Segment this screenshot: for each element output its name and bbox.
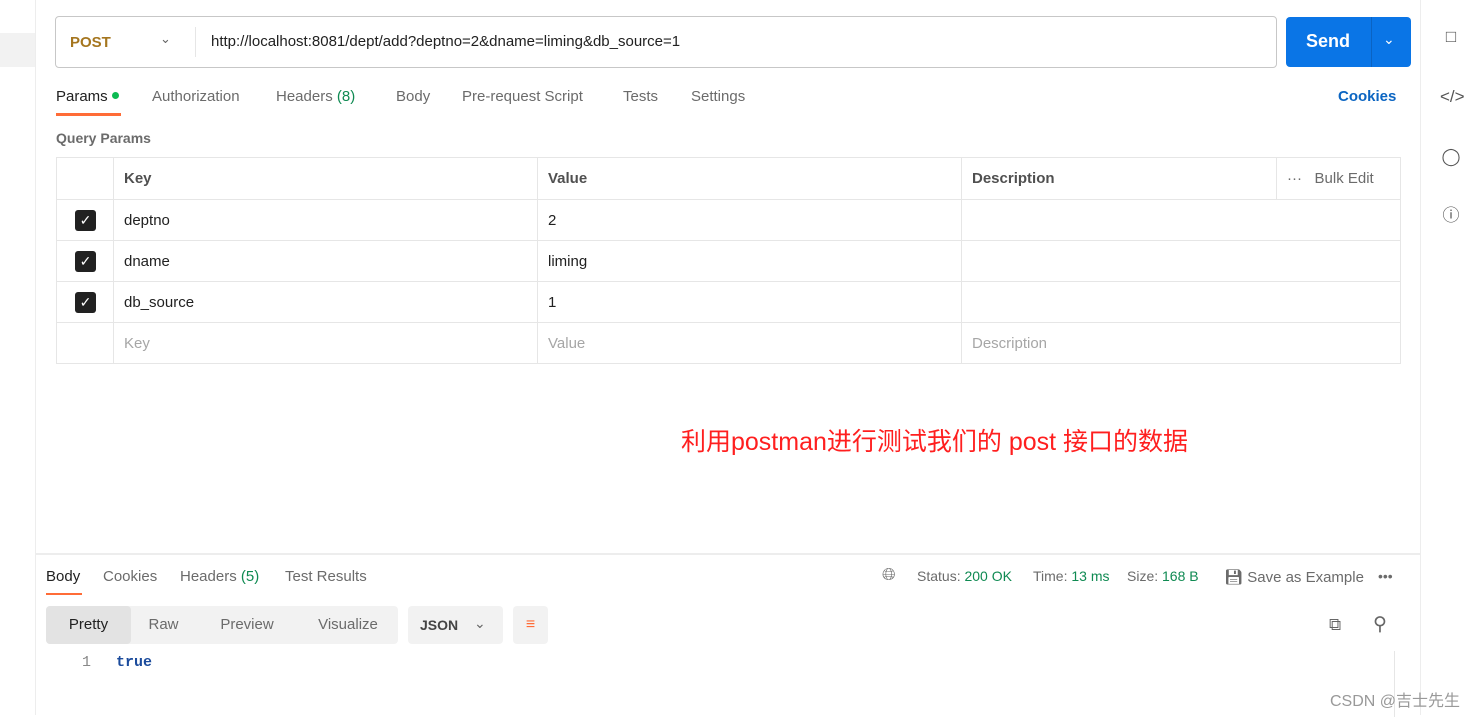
response-panel: Body Cookies Headers (5) Test Results 🌐︎… [36, 553, 1420, 717]
tab-body[interactable]: Body [396, 88, 430, 105]
divider [195, 27, 196, 57]
description-cell[interactable] [961, 199, 1401, 241]
tab-tests[interactable]: Tests [623, 88, 658, 105]
view-mode-group: Pretty Raw Preview Visualize [46, 606, 398, 644]
code-icon[interactable]: </> [1440, 86, 1465, 108]
table-row: ✓ deptno 2 [56, 199, 1401, 241]
key-cell[interactable]: dname [113, 240, 538, 282]
description-cell[interactable] [961, 281, 1401, 323]
left-sidebar [0, 0, 36, 715]
more-icon[interactable]: ••• [1378, 568, 1393, 584]
tab-label: Params [56, 88, 108, 105]
header-description: Description [961, 157, 1277, 200]
view-raw[interactable]: Raw [131, 606, 196, 644]
url-input[interactable]: http://localhost:8081/dept/add?deptno=2&… [211, 33, 680, 50]
response-tab-headers[interactable]: Headers (5) [180, 568, 259, 585]
params-table: Key Value Description ··· Bulk Edit ✓ dep… [56, 157, 1401, 364]
value-input[interactable]: Value [537, 322, 962, 364]
cookies-link[interactable]: Cookies [1338, 88, 1396, 105]
chevron-down-icon[interactable]: ⌄ [1383, 31, 1395, 48]
tab-count: (5) [240, 568, 260, 585]
time-label: Time: [1033, 568, 1068, 584]
response-tab-cookies[interactable]: Cookies [103, 568, 157, 585]
copy-icon[interactable]: ⧉ [1329, 615, 1341, 635]
description-cell[interactable] [961, 240, 1401, 282]
bulk-edit-button[interactable]: Bulk Edit [1315, 170, 1374, 187]
search-icon[interactable]: ⚲ [1373, 613, 1387, 636]
method-select[interactable]: POST [70, 34, 111, 51]
value-cell[interactable]: 1 [537, 281, 962, 323]
more-icon[interactable]: ··· [1287, 170, 1302, 187]
annotation-text: 利用postman进行测试我们的 post 接口的数据 [681, 428, 1189, 456]
line-number: 1 [82, 654, 92, 671]
checkbox[interactable]: ✓ [75, 250, 96, 272]
header-checkbox-cell [56, 157, 114, 200]
info-icon[interactable]: ⓘ [1440, 205, 1462, 227]
key-cell[interactable]: db_source [113, 281, 538, 323]
send-button[interactable]: Send ⌄ [1286, 17, 1411, 67]
table-header: Key Value Description ··· Bulk Edit [56, 157, 1401, 200]
chevron-down-icon[interactable]: ⌄ [160, 31, 171, 47]
response-tab-test-results[interactable]: Test Results [285, 568, 367, 585]
key-cell[interactable]: deptno [113, 199, 538, 241]
lightbulb-icon[interactable]: ◯ [1440, 146, 1462, 168]
comment-icon[interactable]: □ [1440, 26, 1462, 48]
tab-params[interactable]: Params [56, 88, 119, 105]
section-title: Query Params [56, 130, 151, 146]
tab-authorization[interactable]: Authorization [152, 88, 240, 105]
format-label: JSON [420, 617, 459, 633]
header-key: Key [113, 157, 538, 200]
wrap-lines-icon[interactable]: ≡ [513, 606, 548, 644]
active-tab-underline [46, 593, 82, 595]
divider [1371, 17, 1372, 67]
tab-count: (8) [336, 88, 356, 105]
tab-pre-request-script[interactable]: Pre-request Script [462, 88, 583, 105]
time-value: 13 ms [1071, 568, 1110, 584]
table-row-empty: Key Value Description [56, 322, 1401, 364]
active-dot-icon [111, 92, 119, 99]
table-row: ✓ dname liming [56, 240, 1401, 282]
format-select[interactable]: JSON ⌄ [408, 606, 503, 644]
watermark: CSDN @吉士先生 [1330, 693, 1461, 710]
status: Status: 200 OK [917, 568, 1012, 584]
value-cell[interactable]: 2 [537, 199, 962, 241]
key-input[interactable]: Key [113, 322, 538, 364]
status-value: 200 OK [964, 568, 1012, 584]
size-value: 168 B [1162, 568, 1199, 584]
tab-settings[interactable]: Settings [691, 88, 745, 105]
description-input[interactable]: Description [961, 322, 1401, 364]
save-example-button[interactable]: 💾︎ Save as Example [1224, 568, 1364, 586]
status-label: Status: [917, 568, 961, 584]
save-icon: 💾︎ [1224, 569, 1244, 586]
time: Time: 13 ms [1033, 568, 1110, 584]
header-value: Value [537, 157, 962, 200]
tab-headers[interactable]: Headers (8) [276, 88, 355, 105]
value-cell[interactable]: liming [537, 240, 962, 282]
checkbox[interactable]: ✓ [75, 209, 96, 231]
chevron-down-icon: ⌄ [474, 615, 486, 631]
tab-label: Headers [180, 568, 237, 585]
active-tab-underline [56, 113, 121, 116]
request-bar: POST ⌄ http://localhost:8081/dept/add?de… [55, 16, 1277, 68]
view-pretty[interactable]: Pretty [46, 606, 131, 644]
checkbox[interactable]: ✓ [75, 291, 96, 313]
send-label: Send [1306, 31, 1351, 51]
size-label: Size: [1127, 568, 1159, 584]
view-preview[interactable]: Preview [196, 606, 298, 644]
left-sidebar-selected-item[interactable] [0, 33, 35, 67]
bulk-edit[interactable]: ··· Bulk Edit [1276, 157, 1401, 200]
table-row: ✓ db_source 1 [56, 281, 1401, 323]
save-example-label: Save as Example [1247, 569, 1364, 586]
view-visualize[interactable]: Visualize [298, 606, 398, 644]
response-body: true [116, 654, 153, 671]
globe-icon[interactable]: 🌐︎ [882, 565, 896, 585]
response-tab-body[interactable]: Body [46, 568, 80, 585]
tab-label: Headers [276, 88, 333, 105]
size: Size: 168 B [1127, 568, 1199, 584]
